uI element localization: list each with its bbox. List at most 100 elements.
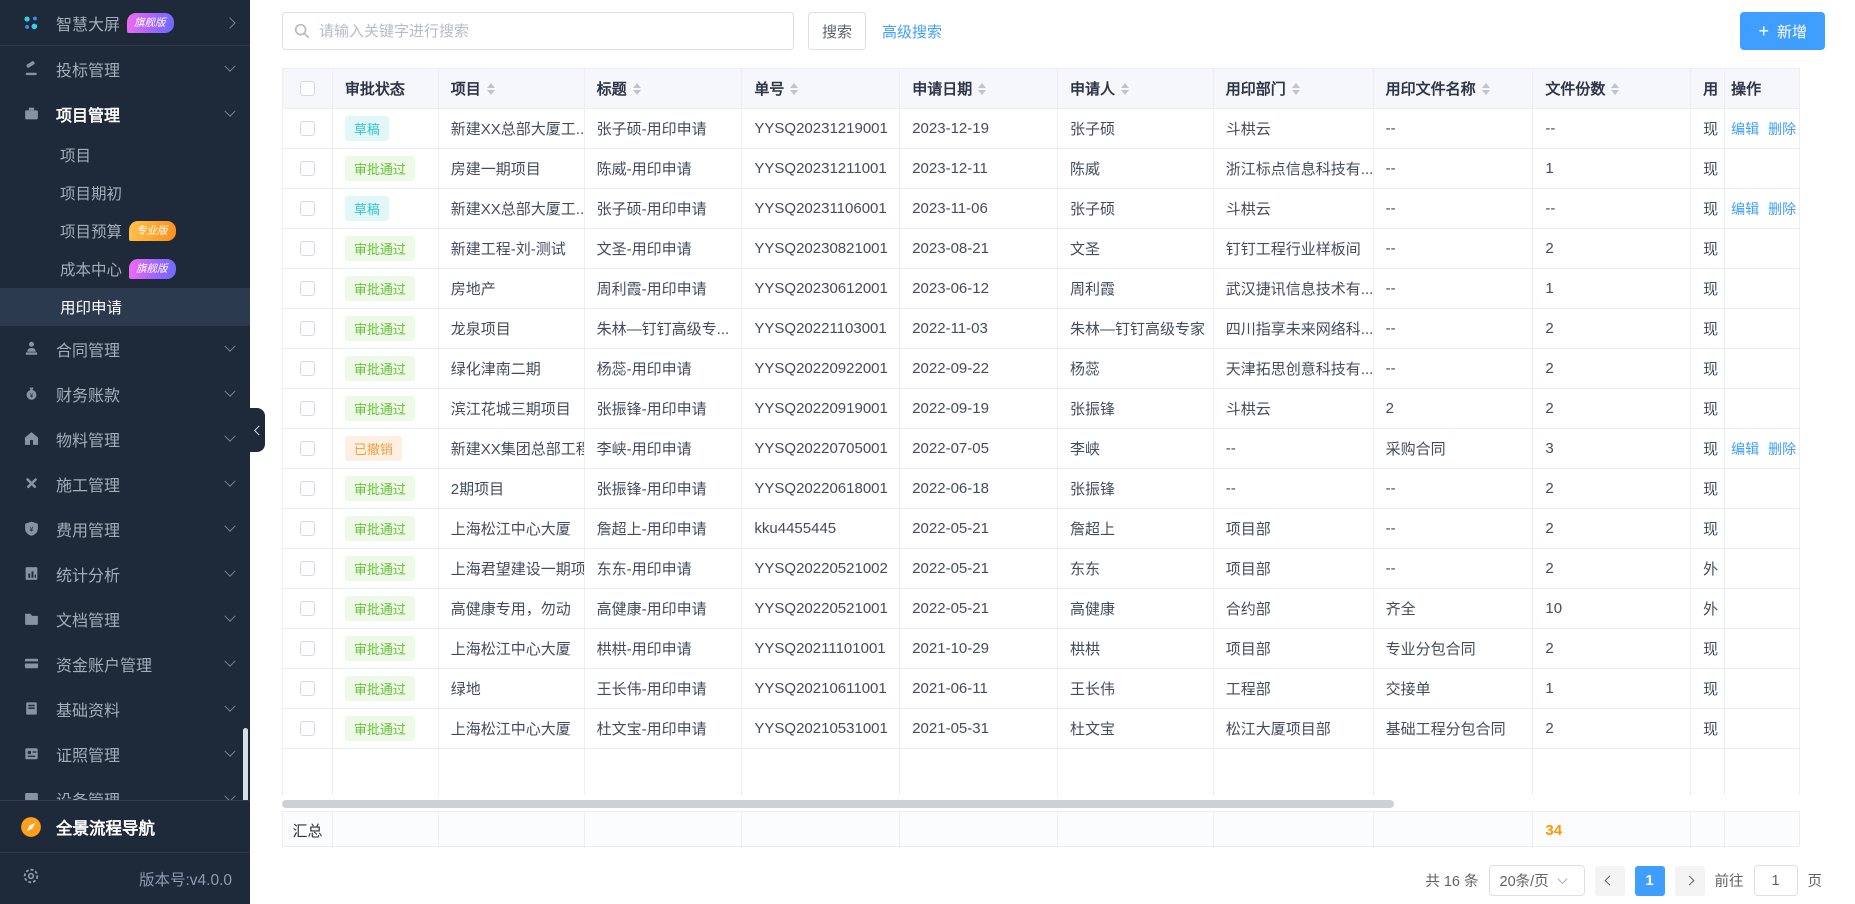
sidebar-item-8[interactable]: 统计分析 [0, 551, 250, 596]
sidebar-item-6[interactable]: 施工管理 [0, 461, 250, 506]
sidebar-item-panorama-nav[interactable]: 全景流程导航 [0, 800, 250, 852]
row-checkbox[interactable] [300, 401, 315, 416]
row-checkbox[interactable] [300, 321, 315, 336]
edit-link[interactable]: 编辑 [1731, 119, 1759, 139]
filler-cell [1533, 749, 1691, 795]
header-cell-7[interactable]: 用印部门 [1214, 69, 1374, 109]
sidebar-item-4[interactable]: ¥财务账款 [0, 371, 250, 416]
copies-cell: 2 [1533, 349, 1691, 389]
row-checkbox[interactable] [300, 201, 315, 216]
header-cell-8[interactable]: 用印文件名称 [1374, 69, 1534, 109]
sidebar-item-1[interactable]: 投标管理 [0, 46, 250, 91]
sidebar-item-9[interactable]: 文档管理 [0, 596, 250, 641]
sidebar-subitem-2-4[interactable]: 用印申请 [0, 288, 250, 326]
prev-page-button[interactable] [1595, 866, 1625, 896]
column-header-label: 申请日期 [912, 78, 972, 99]
sidebar-item-5[interactable]: 物料管理 [0, 416, 250, 461]
status-badge: 审批通过 [345, 396, 415, 421]
horizontal-scrollbar-thumb[interactable] [282, 800, 1394, 808]
sidebar-item-7[interactable]: ¥费用管理 [0, 506, 250, 551]
header-cell-5[interactable]: 申请日期 [900, 69, 1058, 109]
order-no-cell: kku4455445 [742, 509, 900, 549]
row-checkbox[interactable] [300, 161, 315, 176]
sort-icon[interactable] [1121, 83, 1129, 95]
row-checkbox[interactable] [300, 441, 315, 456]
doc-name-cell: 基础工程分包合同 [1374, 709, 1534, 749]
row-checkbox[interactable] [300, 601, 315, 616]
sidebar-item-3[interactable]: 合同管理 [0, 326, 250, 371]
version-badge: 旗舰版 [129, 259, 176, 279]
page-size-select[interactable]: 20条/页 [1489, 865, 1585, 896]
sidebar-collapse-handle[interactable] [250, 408, 265, 452]
sort-icon[interactable] [1292, 83, 1300, 95]
edit-link[interactable]: 编辑 [1731, 439, 1759, 459]
row-checkbox[interactable] [300, 481, 315, 496]
header-cell-2[interactable]: 项目 [439, 69, 585, 109]
copies-cell: 2 [1533, 709, 1691, 749]
row-checkbox[interactable] [300, 121, 315, 136]
date-cell: 2022-09-19 [900, 389, 1058, 429]
status-cell: 已撤销 [333, 429, 439, 469]
row-checkbox[interactable] [300, 681, 315, 696]
copies-cell: -- [1533, 189, 1691, 229]
delete-link[interactable]: 删除 [1768, 199, 1796, 219]
filler-cell [742, 749, 900, 795]
sidebar-item-2[interactable]: 项目管理 [0, 91, 250, 136]
goto-page-input[interactable] [1754, 865, 1798, 896]
sort-desc-icon [487, 90, 495, 95]
sidebar-subitem-2-3[interactable]: 成本中心旗舰版 [0, 250, 250, 288]
sort-icon[interactable] [487, 83, 495, 95]
column-header-label: 操作 [1731, 78, 1761, 99]
search-box [282, 12, 794, 50]
status-badge: 草稿 [345, 116, 389, 141]
row-checkbox[interactable] [300, 721, 315, 736]
select-all-checkbox[interactable] [300, 81, 315, 96]
gear-icon[interactable] [22, 867, 40, 890]
status-badge: 审批通过 [345, 236, 415, 261]
row-checkbox[interactable] [300, 641, 315, 656]
advanced-search-link[interactable]: 高级搜索 [882, 21, 942, 42]
sidebar-item-10[interactable]: 资金账户管理 [0, 641, 250, 686]
delete-link[interactable]: 删除 [1768, 439, 1796, 459]
date-cell: 2021-05-31 [900, 709, 1058, 749]
chevron-left-icon [1605, 876, 1615, 886]
sort-icon[interactable] [633, 83, 641, 95]
sidebar-subitem-2-0[interactable]: 项目 [0, 136, 250, 174]
sort-icon[interactable] [978, 83, 986, 95]
header-cell-9[interactable]: 文件份数 [1533, 69, 1691, 109]
status-badge: 审批通过 [345, 476, 415, 501]
sidebar-item-0[interactable]: 智慧大屏旗舰版 [0, 0, 250, 46]
sidebar-subitem-label: 项目 [60, 144, 91, 166]
search-input[interactable] [282, 12, 794, 50]
doc-name-cell: -- [1374, 469, 1534, 509]
title-cell: 王长伟-用印申请 [585, 669, 743, 709]
sort-icon[interactable] [1482, 83, 1490, 95]
project-cell: 上海君望建设一期项... [439, 549, 585, 589]
search-button[interactable]: 搜索 [808, 12, 866, 50]
order-no-cell: YYSQ20231219001 [742, 109, 900, 149]
status-badge: 审批通过 [345, 516, 415, 541]
edit-link[interactable]: 编辑 [1731, 199, 1759, 219]
row-checkbox[interactable] [300, 361, 315, 376]
header-cell-3[interactable]: 标题 [585, 69, 743, 109]
row-checkbox[interactable] [300, 241, 315, 256]
header-cell-6[interactable]: 申请人 [1058, 69, 1214, 109]
header-cell-4[interactable]: 单号 [742, 69, 900, 109]
delete-link[interactable]: 删除 [1768, 119, 1796, 139]
row-checkbox[interactable] [300, 281, 315, 296]
sort-icon[interactable] [1611, 83, 1619, 95]
page-number-button[interactable]: 1 [1635, 866, 1665, 896]
sidebar-subitem-2-1[interactable]: 项目期初 [0, 174, 250, 212]
sidebar-subitem-2-2[interactable]: 项目预算专业版 [0, 212, 250, 250]
sort-icon[interactable] [790, 83, 798, 95]
row-select-cell [283, 189, 333, 229]
sidebar-item-12[interactable]: 证照管理 [0, 731, 250, 776]
copies-cell: 2 [1533, 509, 1691, 549]
sidebar-item-11[interactable]: 基础资料 [0, 686, 250, 731]
date-cell: 2021-10-29 [900, 629, 1058, 669]
row-checkbox[interactable] [300, 521, 315, 536]
project-cell: 房地产 [439, 269, 585, 309]
next-page-button[interactable] [1675, 866, 1705, 896]
add-button[interactable]: +新增 [1740, 12, 1825, 50]
row-checkbox[interactable] [300, 561, 315, 576]
